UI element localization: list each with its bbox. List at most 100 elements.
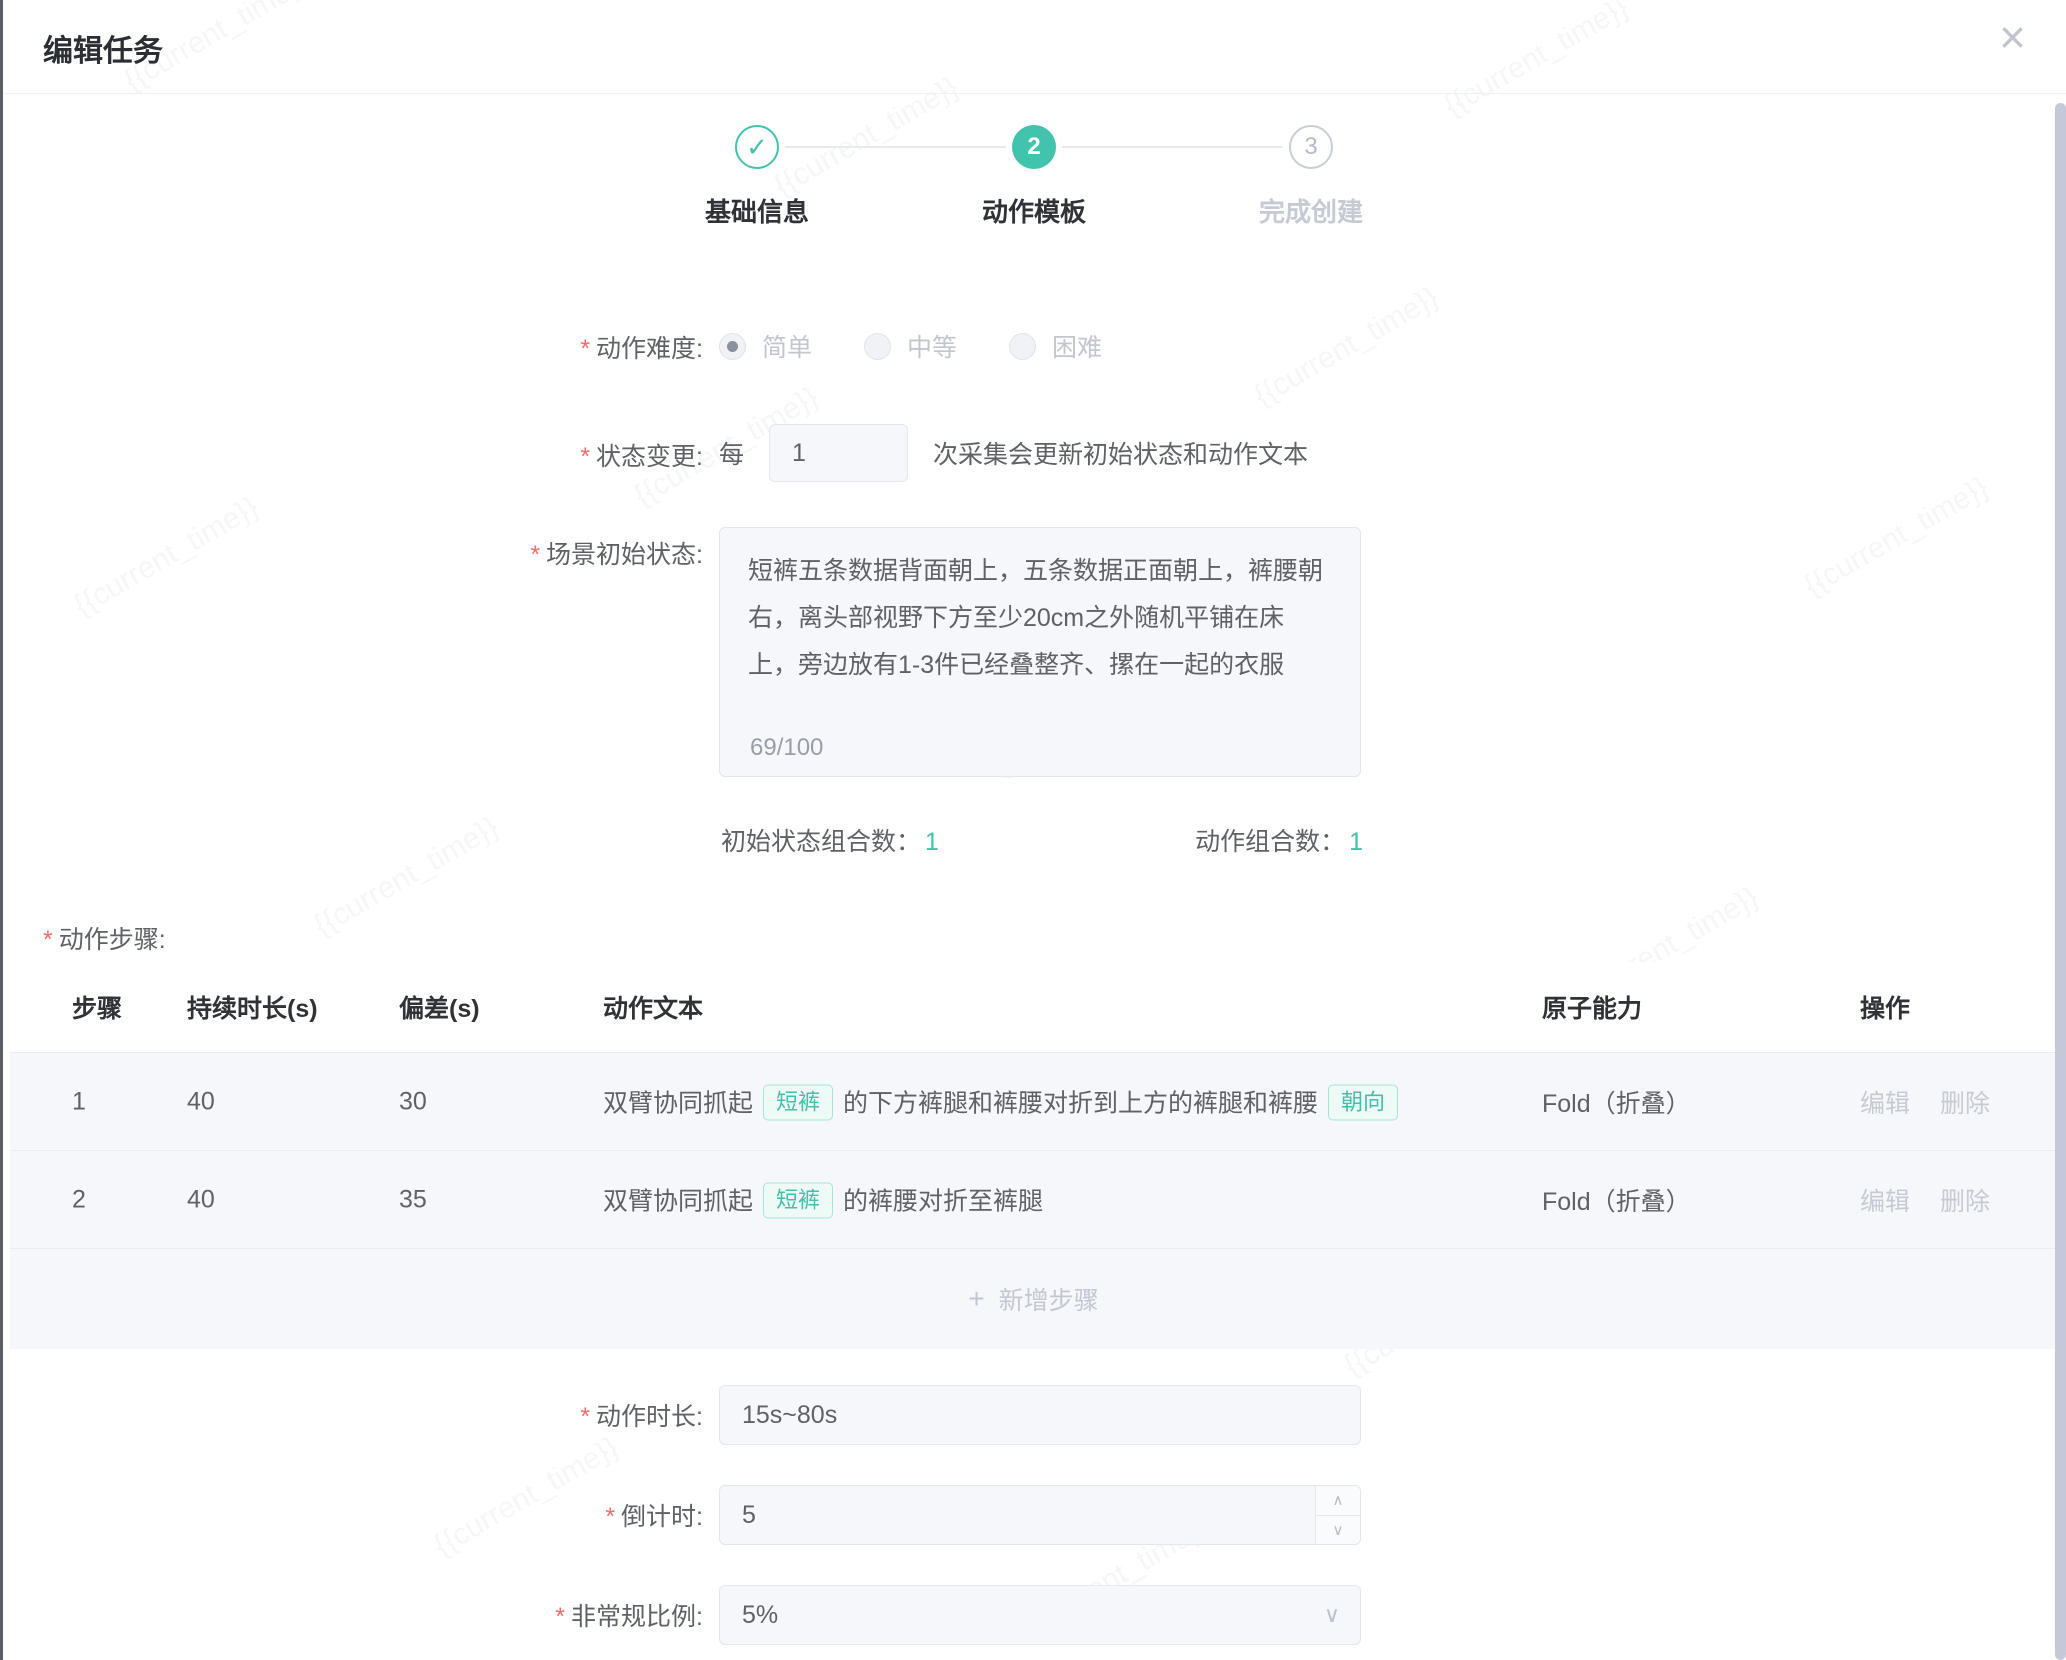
unusual-ratio-select[interactable]: 5% ∨	[719, 1585, 1361, 1645]
required-asterisk: *	[605, 1503, 615, 1531]
action-duration-label: *动作时长:	[3, 1400, 703, 1434]
combo-counts: 初始状态组合数：1 动作组合数：1	[721, 822, 1363, 858]
action-combo-count: 动作组合数：1	[1195, 822, 1363, 858]
offset-cell: 35	[399, 1185, 427, 1214]
row-actions: 编辑删除	[1860, 1182, 1990, 1218]
radio-circle-icon	[864, 333, 891, 360]
radio-hard[interactable]: 困难	[1009, 328, 1102, 364]
label-text: 状态变更:	[596, 443, 703, 471]
add-step-button[interactable]: + 新增步骤	[10, 1249, 2057, 1349]
required-asterisk: *	[43, 926, 53, 954]
input-value: 5	[742, 1501, 756, 1530]
duration-cell: 40	[187, 1185, 215, 1214]
steps-table: 步骤 持续时长(s) 偏差(s) 动作文本 原子能力 操作 14030双臂协同抓…	[10, 962, 2057, 1349]
table-header-row: 步骤 持续时长(s) 偏差(s) 动作文本 原子能力 操作	[10, 962, 2057, 1053]
action-steps-label: *动作步骤:	[43, 920, 166, 956]
countdown-label: *倒计时:	[3, 1500, 703, 1534]
label-text: 场景初始状态:	[546, 541, 703, 569]
check-icon: ✓	[746, 132, 768, 163]
delete-link[interactable]: 删除	[1940, 1182, 1990, 1218]
table-row: 14030双臂协同抓起短裤的下方裤腿和裤腰对折到上方的裤腿和裤腰朝向Fold（折…	[10, 1053, 2057, 1151]
combo-value: 1	[925, 828, 939, 856]
radio-easy[interactable]: 简单	[719, 328, 812, 364]
decrease-button[interactable]: ∨	[1316, 1516, 1360, 1545]
delete-link[interactable]: 删除	[1940, 1084, 1990, 1120]
required-asterisk: *	[530, 541, 540, 569]
column-header: 原子能力	[1542, 989, 1642, 1025]
countdown-input[interactable]: 5 ∧ ∨	[719, 1485, 1361, 1545]
watermark-text: {{current_time}}	[308, 811, 504, 944]
action-text-segment: 双臂协同抓起	[603, 1187, 753, 1215]
steps-table-body: 14030双臂协同抓起短裤的下方裤腿和裤腰对折到上方的裤腿和裤腰朝向Fold（折…	[10, 1053, 2057, 1249]
action-tag: 短裤	[763, 1182, 833, 1218]
step-3-label: 完成创建	[1181, 192, 1441, 229]
step-3-circle: 3	[1289, 125, 1333, 169]
state-change-input[interactable]: 1	[769, 424, 908, 482]
edit-link[interactable]: 编辑	[1860, 1182, 1910, 1218]
column-header: 持续时长(s)	[187, 989, 318, 1025]
step-1-label: 基础信息	[627, 192, 887, 229]
state-change-row: 每 1 次采集会更新初始状态和动作文本	[719, 424, 1308, 482]
column-header: 操作	[1860, 989, 1910, 1025]
action-text-cell: 双臂协同抓起短裤的裤腰对折至裤腿	[603, 1181, 1533, 1218]
combo-label: 动作组合数：	[1195, 828, 1345, 856]
radio-medium[interactable]: 中等	[864, 328, 957, 364]
column-header: 步骤	[72, 989, 122, 1025]
select-value: 5%	[742, 1601, 778, 1630]
label-text: 动作时长:	[596, 1403, 703, 1431]
table-row: 2 40 35 双臂协同抓起短裤的裤腰对折至裤腿Fold（折叠） 编辑删除	[10, 1151, 2057, 1249]
difficulty-radio-group: 简单 中等 困难	[719, 326, 1154, 366]
ability-cell: Fold（折叠）	[1542, 1182, 1691, 1218]
column-header: 偏差(s)	[399, 989, 480, 1025]
initial-combo-count: 初始状态组合数：1	[721, 822, 939, 858]
step-number-cell: 2	[72, 1185, 86, 1214]
radio-circle-icon	[1009, 333, 1036, 360]
radio-dot-icon	[727, 341, 738, 352]
required-asterisk: *	[580, 335, 590, 363]
radio-label: 简单	[762, 328, 812, 364]
increase-button[interactable]: ∧	[1316, 1486, 1360, 1516]
combo-value: 1	[1349, 828, 1363, 856]
input-value: 15s~80s	[742, 1401, 837, 1430]
step-number: 3	[1304, 133, 1317, 161]
input-value: 1	[792, 439, 806, 468]
radio-label: 困难	[1052, 328, 1102, 364]
radio-circle-icon	[719, 333, 746, 360]
row-actions: 编辑删除	[1860, 1084, 1990, 1120]
unusual-ratio-label: *非常规比例:	[3, 1600, 703, 1634]
label-text: 动作步骤:	[59, 926, 166, 954]
scrollbar-thumb[interactable]	[2055, 103, 2066, 1660]
edit-link[interactable]: 编辑	[1860, 1084, 1910, 1120]
step-number: 2	[1027, 133, 1040, 161]
offset-cell: 30	[399, 1087, 427, 1116]
required-asterisk: *	[580, 443, 590, 471]
action-tag: 朝向	[1328, 1084, 1398, 1120]
action-text-cell: 双臂协同抓起短裤的下方裤腿和裤腰对折到上方的裤腿和裤腰朝向	[603, 1083, 1533, 1120]
action-duration-input[interactable]: 15s~80s	[719, 1385, 1361, 1445]
state-change-label: *状态变更:	[3, 440, 703, 474]
chevron-down-icon: ∨	[1324, 1602, 1340, 1628]
required-asterisk: *	[580, 1403, 590, 1431]
chevron-down-icon: ∨	[1333, 1521, 1344, 1539]
plus-icon: +	[968, 1283, 984, 1315]
initial-state-textarea[interactable]: 短裤五条数据背面朝上，五条数据正面朝上，裤腰朝右，离头部视野下方至少20cm之外…	[719, 527, 1361, 777]
watermark-text: {{current_time}}	[428, 1431, 624, 1564]
ability-cell: Fold（折叠）	[1542, 1084, 1691, 1120]
initial-state-label: *场景初始状态:	[3, 538, 703, 572]
char-counter: 69/100	[750, 734, 823, 762]
label-text: 非常规比例:	[571, 1603, 703, 1631]
state-change-suffix: 次采集会更新初始状态和动作文本	[933, 435, 1308, 471]
required-asterisk: *	[555, 1603, 565, 1631]
chevron-up-icon: ∧	[1333, 1491, 1344, 1509]
label-text: 动作难度:	[596, 335, 703, 363]
action-tag: 短裤	[763, 1084, 833, 1120]
stepper-connector	[785, 146, 1006, 148]
close-icon[interactable]: ×	[1999, 14, 2026, 60]
difficulty-label: *动作难度:	[3, 332, 703, 366]
step-2-label: 动作模板	[904, 192, 1164, 229]
dialog-header: 编辑任务 ×	[3, 0, 2066, 94]
state-change-prefix: 每	[719, 435, 744, 471]
page-title: 编辑任务	[43, 26, 163, 70]
action-text-segment: 的下方裤腿和裤腰对折到上方的裤腿和裤腰	[843, 1089, 1318, 1117]
step-1-circle: ✓	[735, 125, 779, 169]
